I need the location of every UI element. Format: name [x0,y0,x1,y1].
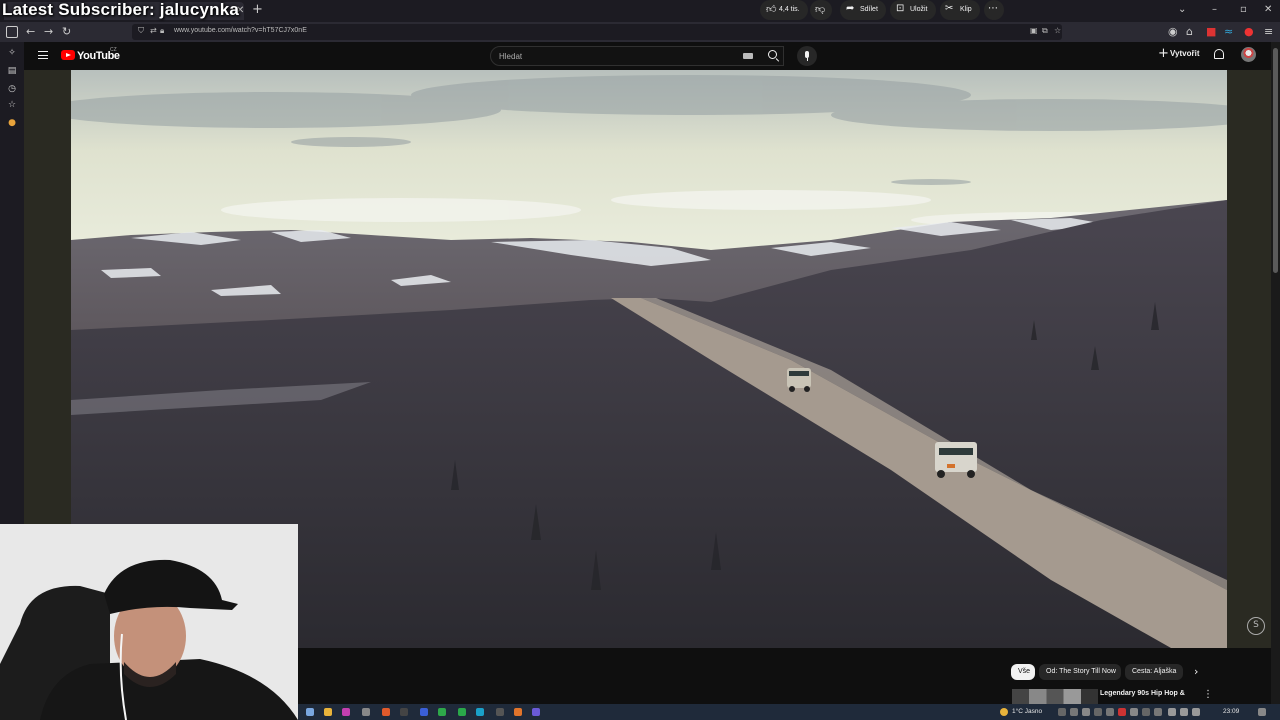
search-input[interactable]: Hledat [490,46,784,66]
tray-icon[interactable] [1142,708,1150,716]
more-actions-button[interactable]: ⋯ [984,0,1004,20]
clip-button[interactable]: ✂ Klip [940,0,980,20]
tray-icon[interactable] [1082,708,1090,716]
taskbar-app-icon[interactable] [514,708,522,716]
create-button[interactable]: Vytvořit [1170,49,1200,58]
weather-text[interactable]: 1°C Jasno [1012,708,1042,715]
search-button[interactable] [759,46,787,66]
thumb-up-icon: 👍︎ [766,4,777,15]
forward-icon[interactable]: → [44,25,53,38]
taskbar-app-icon[interactable] [532,708,540,716]
lock-icon[interactable]: 🔒︎ [160,26,164,36]
menu-icon[interactable]: ≡ [1264,25,1273,38]
synced-tabs-icon[interactable]: ▤ [6,66,18,78]
voice-search-icon[interactable] [797,46,817,66]
clock[interactable]: 23:09 [1223,708,1239,715]
windows-taskbar: 1°C Jasno 23:09 [298,704,1280,720]
tray-icon[interactable] [1070,708,1078,716]
page-scrollbar[interactable] [1271,42,1280,720]
taskbar-app-icon[interactable] [458,708,466,716]
guide-menu-icon[interactable] [38,51,48,59]
webcam-feed [0,524,298,720]
more-horizontal-icon: ⋯ [988,3,998,14]
region-code: CZ [110,47,117,53]
extension-record-icon[interactable]: ● [1244,25,1254,38]
reader-view-icon[interactable]: ▣ [1030,26,1038,35]
search-icon [768,50,777,59]
history-icon[interactable]: ◷ [6,84,18,96]
scissors-icon: ✂ [945,3,954,14]
webcam-overlay [0,524,298,720]
extensions-icon[interactable]: ⌂ [1186,25,1193,38]
new-tab-icon[interactable]: + [252,2,263,17]
tray-icon[interactable] [1154,708,1162,716]
reload-icon[interactable]: ↻ [62,25,71,38]
permissions-icon[interactable]: ⇄ [150,26,157,35]
desktop: ✕ + ⌄ – ▫ ✕ Latest Subscriber: jalucynka… [0,0,1280,720]
address-bar[interactable]: ⛉ ⇄ 🔒︎ www.youtube.com/watch?v=hT57CJ7x0… [132,24,1062,40]
bookmark-star-icon[interactable]: ☆ [1054,26,1061,35]
taskbar-app-icon[interactable] [496,708,504,716]
chip-all[interactable]: Vše [1011,664,1035,680]
back-icon[interactable]: ← [26,25,35,38]
chevron-right-icon[interactable]: › [1194,665,1198,678]
channel-watermark-icon[interactable]: S [1247,617,1265,635]
avatar[interactable] [1241,47,1256,62]
account-icon[interactable]: ◉ [1168,25,1178,38]
taskbar-app-icon[interactable] [420,708,428,716]
tray-icon[interactable] [1118,708,1126,716]
scrollbar-thumb[interactable] [1273,48,1278,273]
battery-icon[interactable] [1192,708,1200,716]
ai-chat-icon[interactable]: ✧ [6,48,18,60]
stream-overlay-subscriber: Latest Subscriber: jalucynka [2,0,240,19]
taskbar-app-icon[interactable] [342,708,350,716]
taskbar-app-icon[interactable] [324,708,332,716]
sidebar-toggle-icon[interactable] [6,26,18,38]
browser-navbar: ← → ↻ ⛉ ⇄ 🔒︎ www.youtube.com/watch?v=hT5… [0,22,1280,42]
taskbar-app-icon[interactable] [362,708,370,716]
vehicle-camper [935,442,977,472]
share-icon: ➦ [846,3,855,14]
search-placeholder: Hledat [499,52,523,61]
extension-icon[interactable]: ● [6,118,18,130]
thumb-down-icon: 👎︎ [815,4,826,15]
bookmark-icon: ⊡ [896,3,905,14]
create-plus-icon: + [1158,46,1169,61]
youtube-header: YouTube CZ Hledat + Vytvořit [24,42,1280,70]
extension-red-icon[interactable]: ■ [1206,25,1216,38]
keyboard-icon[interactable] [743,53,753,59]
more-vertical-icon[interactable]: ⋮ [1203,689,1213,700]
save-button[interactable]: ⊡ Uložit [890,0,936,20]
url-text: www.youtube.com/watch?v=hT57CJ7x0nE [174,27,307,34]
chevron-down-icon[interactable]: ⌄ [1178,4,1186,15]
chip-channel[interactable]: Od: The Story Till Now [1039,664,1121,680]
tray-icon[interactable] [1058,708,1066,716]
start-icon[interactable] [306,708,314,716]
youtube-logo-icon[interactable] [61,50,75,60]
chip-topic[interactable]: Cesta: Aljaška [1125,664,1183,680]
screenshot-icon[interactable]: ⧉ [1042,26,1048,36]
close-window-icon[interactable]: ✕ [1264,4,1272,15]
share-button[interactable]: ➦ Sdílet [840,0,886,20]
restore-icon[interactable]: ▫ [1240,4,1247,15]
notification-center-icon[interactable] [1258,708,1266,716]
bookmarks-icon[interactable]: ☆ [6,100,18,112]
taskbar-app-icon[interactable] [400,708,408,716]
dislike-button[interactable]: 👎︎ [810,0,832,20]
taskbar-browser-icon[interactable] [382,708,390,716]
taskbar-app-icon[interactable] [476,708,484,716]
tray-icon[interactable] [1106,708,1114,716]
shield-icon[interactable]: ⛉ [138,26,144,36]
tray-icon[interactable] [1094,708,1102,716]
volume-icon[interactable] [1180,708,1188,716]
taskbar-app-icon[interactable] [438,708,446,716]
tray-icon[interactable] [1130,708,1138,716]
minimize-icon[interactable]: – [1212,4,1217,15]
recommendation-title[interactable]: Legendary 90s Hip Hop & [1100,690,1185,697]
notifications-bell-icon[interactable] [1214,49,1224,59]
weather-moon-icon [1000,708,1008,716]
network-icon[interactable] [1168,708,1176,716]
like-button[interactable]: 👍︎ 4,4 tis. [760,0,808,20]
extension-blue-icon[interactable]: ≈ [1224,25,1233,38]
